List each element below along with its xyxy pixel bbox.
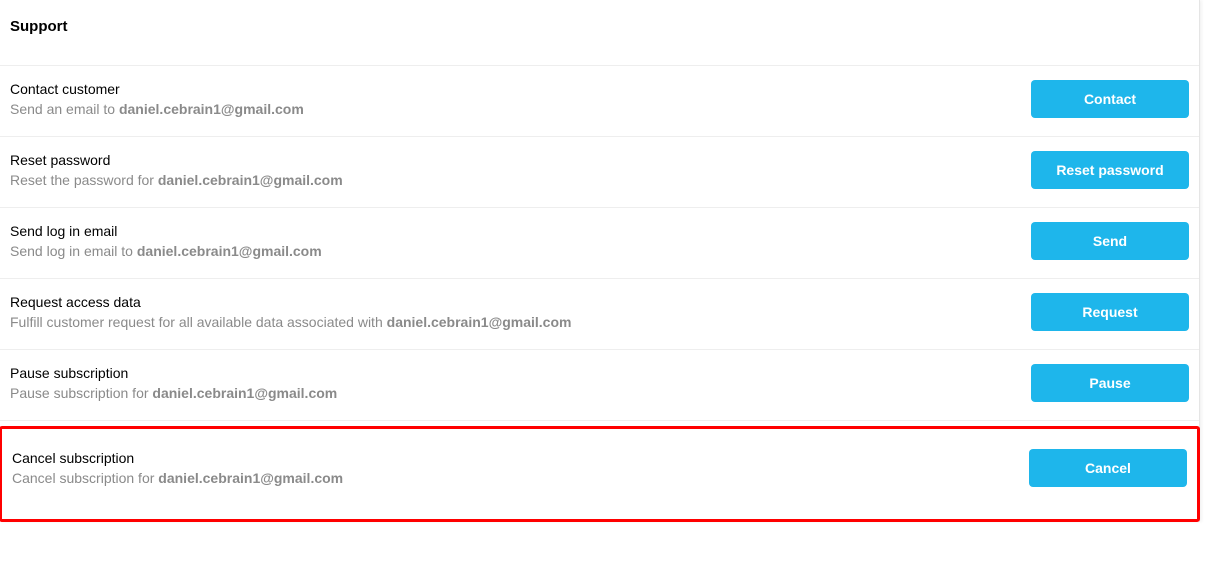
- customer-email: daniel.cebrain1@gmail.com: [119, 101, 304, 117]
- row-text: Send log in email Send log in email to d…: [10, 223, 1031, 259]
- row-cancel-subscription: Cancel subscription Cancel subscription …: [2, 429, 1197, 519]
- section-heading: Support: [0, 0, 1199, 65]
- row-title: Pause subscription: [10, 365, 1031, 381]
- row-description: Reset the password for daniel.cebrain1@g…: [10, 172, 1031, 188]
- desc-prefix: Fulfill customer request for all availab…: [10, 314, 387, 330]
- row-request-access-data: Request access data Fulfill customer req…: [0, 278, 1199, 349]
- cancel-button[interactable]: Cancel: [1029, 449, 1187, 487]
- desc-prefix: Send log in email to: [10, 243, 137, 259]
- desc-prefix: Send an email to: [10, 101, 119, 117]
- customer-email: daniel.cebrain1@gmail.com: [387, 314, 572, 330]
- row-contact-customer: Contact customer Send an email to daniel…: [0, 65, 1199, 136]
- desc-prefix: Pause subscription for: [10, 385, 152, 401]
- customer-email: daniel.cebrain1@gmail.com: [137, 243, 322, 259]
- row-pause-subscription: Pause subscription Pause subscription fo…: [0, 349, 1199, 420]
- row-reset-password: Reset password Reset the password for da…: [0, 136, 1199, 207]
- row-text: Contact customer Send an email to daniel…: [10, 81, 1031, 117]
- row-description: Send log in email to daniel.cebrain1@gma…: [10, 243, 1031, 259]
- row-text: Cancel subscription Cancel subscription …: [12, 450, 1029, 486]
- customer-email: daniel.cebrain1@gmail.com: [158, 172, 343, 188]
- pause-button[interactable]: Pause: [1031, 364, 1189, 402]
- row-text: Pause subscription Pause subscription fo…: [10, 365, 1031, 401]
- row-text: Reset password Reset the password for da…: [10, 152, 1031, 188]
- send-button[interactable]: Send: [1031, 222, 1189, 260]
- customer-email: daniel.cebrain1@gmail.com: [158, 470, 343, 486]
- highlight-box: Cancel subscription Cancel subscription …: [0, 426, 1200, 522]
- row-description: Pause subscription for daniel.cebrain1@g…: [10, 385, 1031, 401]
- desc-prefix: Cancel subscription for: [12, 470, 158, 486]
- contact-button[interactable]: Contact: [1031, 80, 1189, 118]
- row-text: Request access data Fulfill customer req…: [10, 294, 1031, 330]
- row-title: Request access data: [10, 294, 1031, 310]
- desc-prefix: Reset the password for: [10, 172, 158, 188]
- reset-password-button[interactable]: Reset password: [1031, 151, 1189, 189]
- row-title: Send log in email: [10, 223, 1031, 239]
- row-description: Cancel subscription for daniel.cebrain1@…: [12, 470, 1029, 486]
- customer-email: daniel.cebrain1@gmail.com: [152, 385, 337, 401]
- row-title: Reset password: [10, 152, 1031, 168]
- request-button[interactable]: Request: [1031, 293, 1189, 331]
- row-description: Send an email to daniel.cebrain1@gmail.c…: [10, 101, 1031, 117]
- row-title: Cancel subscription: [12, 450, 1029, 466]
- row-description: Fulfill customer request for all availab…: [10, 314, 1031, 330]
- row-send-login-email: Send log in email Send log in email to d…: [0, 207, 1199, 278]
- support-panel: Support Contact customer Send an email t…: [0, 0, 1200, 522]
- row-title: Contact customer: [10, 81, 1031, 97]
